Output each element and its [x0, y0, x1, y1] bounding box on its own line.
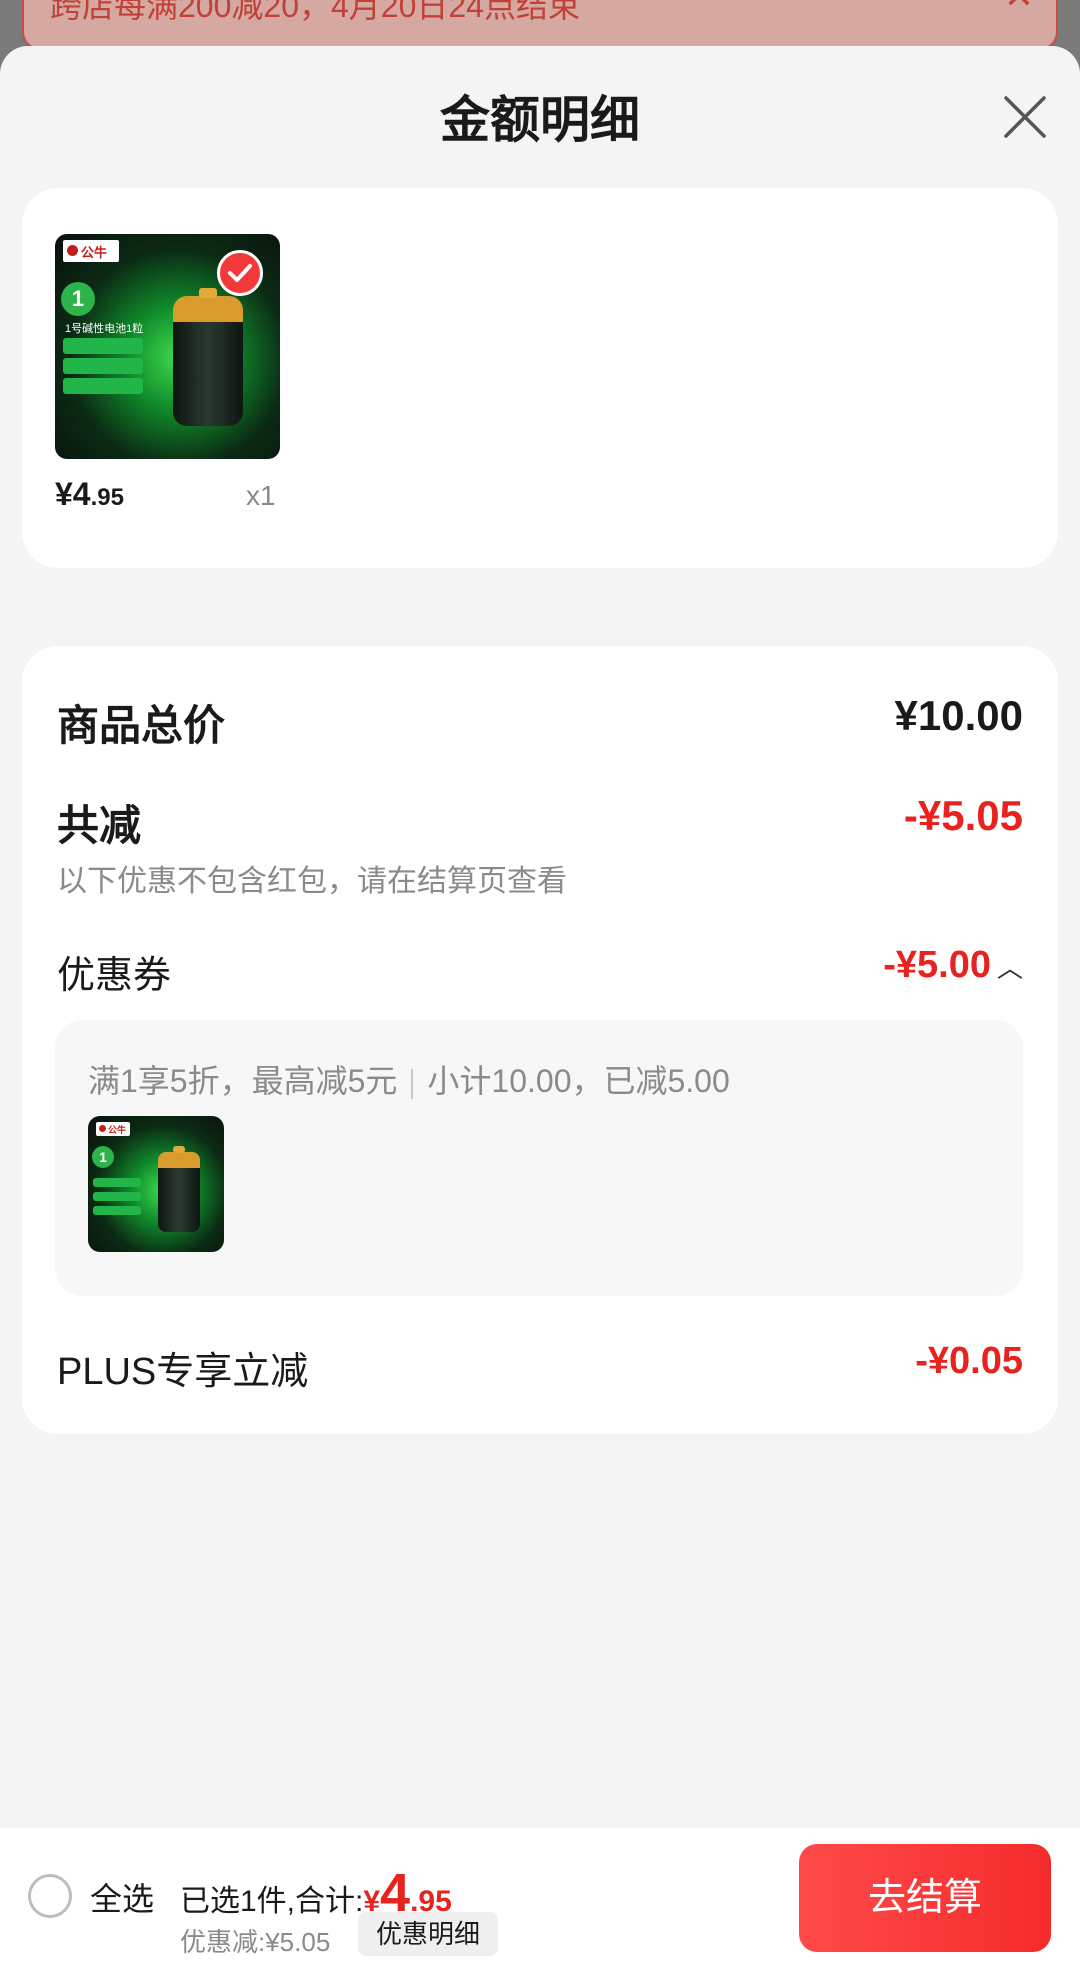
image-tag	[63, 338, 143, 354]
total-reduce-label: 共减	[57, 802, 142, 849]
product-price-int: ¥4	[55, 476, 91, 512]
brand-logo: 公牛	[63, 240, 119, 262]
background-promo-text: 跨店每满200减20，4月20日24点结束	[50, 0, 580, 24]
image-tag	[63, 378, 143, 394]
total-price-label: 商品总价	[57, 702, 226, 749]
coupon-subtotal: 小计10.00，已减5.00	[427, 1063, 730, 1099]
coupon-value-group[interactable]: -¥5.00 ︿	[883, 944, 1023, 987]
image-tag	[93, 1206, 141, 1215]
coupon-rule: 满1享5折，最高减5元	[88, 1063, 398, 1099]
product-quantity: x1	[246, 480, 276, 511]
plus-discount-value: -¥0.05	[915, 1340, 1023, 1382]
brand-logo-icon	[99, 1125, 106, 1132]
select-all-radio[interactable]	[28, 1874, 72, 1918]
coupon-value: -¥5.00	[883, 944, 991, 986]
total-reduce-value: -¥5.05	[903, 792, 1023, 839]
brand-logo: 公牛	[96, 1122, 130, 1136]
coupon-detail-box: 满1享5折，最高减5元 小计10.00，已减5.00 公牛 1	[55, 1020, 1023, 1296]
checkout-button[interactable]: 去结算	[799, 1844, 1051, 1952]
product-card: 公牛 1 1号碱性电池1粒 ¥4.95 x1	[22, 188, 1058, 568]
brand-logo-text: 公牛	[81, 245, 108, 260]
total-price-value: ¥10.00	[894, 692, 1023, 739]
reduce-note-row: 以下优惠不包含红包，请在结算页查看	[57, 856, 1023, 898]
sheet-title: 金额明细	[440, 92, 640, 148]
select-all-label[interactable]: 全选	[90, 1874, 154, 1920]
product-image-caption: 1号碱性电池1粒	[65, 323, 144, 335]
checkmark-icon[interactable]	[217, 250, 263, 296]
brand-logo-icon	[67, 245, 78, 256]
checkout-bar: 全选 已选1件,合计:¥4.95 优惠减:¥5.05 优惠明细 去结算	[0, 1828, 1080, 1966]
brand-logo-text: 公牛	[108, 1125, 127, 1135]
background-banner-close-icon: ✕	[1004, 0, 1034, 16]
battery-graphic	[173, 288, 243, 426]
coupon-label: 优惠券	[57, 955, 172, 997]
selected-count-text: 已选1件,合计:	[180, 1885, 364, 1918]
discount-summary: 优惠减:¥5.05	[180, 1927, 331, 1957]
product-price: ¥4.95	[55, 476, 124, 513]
coupon-rule-text: 满1享5折，最高减5元 小计10.00，已减5.00	[88, 1056, 730, 1102]
battery-graphic	[158, 1146, 200, 1232]
image-tag	[63, 358, 143, 374]
plus-discount-label: PLUS专享立减	[57, 1351, 309, 1393]
plus-discount-row: PLUS专享立减 -¥0.05	[57, 1340, 1023, 1393]
total-price-row: 商品总价 ¥10.00	[57, 692, 1023, 752]
battery-size-badge: 1	[61, 282, 95, 316]
total-reduce-row: 共减 -¥5.05	[57, 792, 1023, 852]
divider	[411, 1068, 414, 1099]
reduce-note: 以下优惠不包含红包，请在结算页查看	[57, 865, 567, 898]
coupon-product-image[interactable]: 公牛 1	[88, 1116, 224, 1252]
image-tag	[93, 1192, 141, 1201]
discount-detail-button[interactable]: 优惠明细	[358, 1912, 499, 1956]
image-tag	[93, 1178, 141, 1187]
price-summary-card: 商品总价 ¥10.00 共减 -¥5.05 以下优惠不包含红包，请在结算页查看 …	[22, 646, 1058, 1434]
coupon-row[interactable]: 优惠券 -¥5.00 ︿	[57, 944, 1023, 997]
close-icon[interactable]	[1000, 92, 1050, 142]
amount-detail-sheet: 金额明细 公牛 1 1号碱性电池1粒 ¥4.95 x1 商品总价 ¥10.00 …	[0, 46, 1080, 1966]
product-price-cents: .95	[90, 484, 124, 511]
battery-size-badge: 1	[92, 1146, 114, 1168]
background-promo-banner: 跨店每满200减20，4月20日24点结束 ✕	[22, 0, 1058, 50]
chevron-up-icon[interactable]: ︿	[997, 953, 1023, 983]
product-image[interactable]: 公牛 1 1号碱性电池1粒	[55, 234, 280, 459]
